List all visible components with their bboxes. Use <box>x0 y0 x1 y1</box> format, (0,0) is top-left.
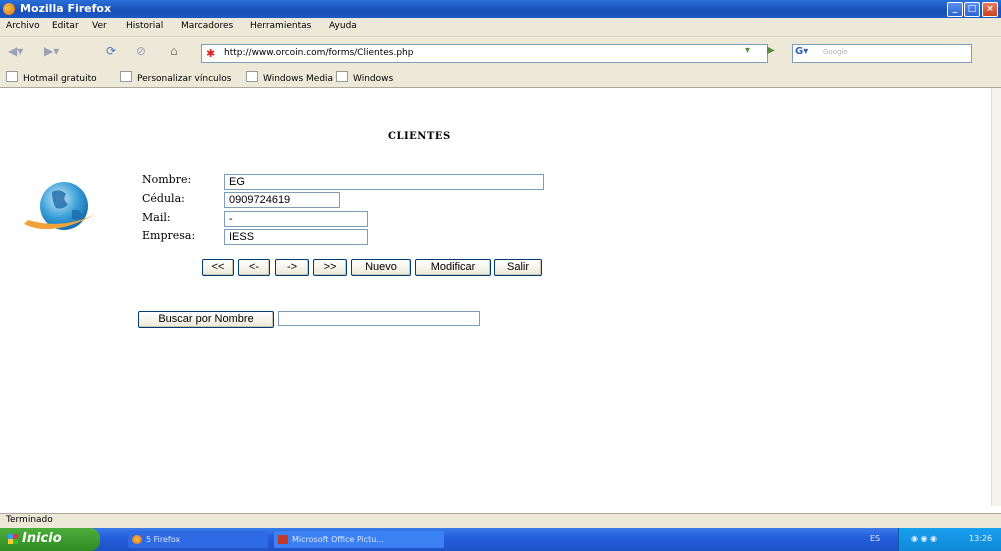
page-content <box>0 88 991 506</box>
home-icon[interactable]: ⌂ <box>170 44 178 58</box>
modificar-button[interactable]: Modificar <box>415 259 491 276</box>
close-button[interactable]: × <box>982 2 998 17</box>
menu-herramientas[interactable]: Herramientas <box>250 21 311 31</box>
menu-archivo[interactable]: Archivo <box>6 21 40 31</box>
last-record-button[interactable]: >> <box>313 259 347 276</box>
go-icon[interactable]: ▶ <box>767 45 775 56</box>
address-url: http://www.orcoin.com/forms/Clientes.php <box>224 48 414 58</box>
menu-editar[interactable]: Editar <box>52 21 79 31</box>
clock: 13:26 <box>969 534 993 543</box>
language-indicator[interactable]: ES <box>870 534 880 543</box>
taskbar-office-picture[interactable]: Microsoft Office Pictu... <box>274 531 444 548</box>
address-bar[interactable]: ✱ http://www.orcoin.com/forms/Clientes.p… <box>201 44 768 63</box>
menu-ayuda[interactable]: Ayuda <box>329 21 357 31</box>
search-name-input[interactable] <box>278 311 480 326</box>
stop-icon[interactable]: ⊘ <box>136 44 146 58</box>
status-bar: Terminado <box>0 513 1001 528</box>
next-record-button[interactable]: -> <box>275 259 309 276</box>
first-record-button[interactable]: << <box>202 259 234 276</box>
bookmark-icon <box>6 71 18 82</box>
start-button[interactable]: Inicio <box>0 528 100 551</box>
salir-button[interactable]: Salir <box>494 259 542 276</box>
bookmarks-bar: Hotmail gratuito Personalizar vínculos W… <box>0 67 1001 88</box>
reload-icon[interactable]: ⟳ <box>106 44 116 58</box>
firefox-icon <box>3 3 15 15</box>
bookmark-item[interactable]: Windows <box>336 71 393 84</box>
previous-record-button[interactable]: <- <box>238 259 270 276</box>
title-bar: Mozilla Firefox _ □ × <box>0 0 1001 18</box>
mail-field[interactable]: - <box>224 211 368 227</box>
back-icon[interactable]: ◀▾ <box>8 44 23 58</box>
taskbar-firefox[interactable]: 5 Firefox <box>128 531 268 548</box>
window-title: Mozilla Firefox <box>20 2 112 15</box>
empresa-label: Empresa: <box>142 229 196 242</box>
nombre-field[interactable]: EG <box>224 174 544 190</box>
system-tray: ◉ ◉ ◉ 13:26 <box>898 528 1001 551</box>
scrollbar[interactable] <box>991 88 1001 506</box>
minimize-button[interactable]: _ <box>947 2 963 17</box>
firefox-icon <box>132 535 142 544</box>
status-text: Terminado <box>6 515 53 525</box>
menu-ver[interactable]: Ver <box>92 21 107 31</box>
page-title: CLIENTES <box>388 131 451 142</box>
windows-logo-icon <box>8 534 18 544</box>
nombre-label: Nombre: <box>142 173 192 186</box>
bookmark-icon <box>246 71 258 82</box>
nuevo-button[interactable]: Nuevo <box>351 259 411 276</box>
empresa-field[interactable]: IESS <box>224 229 368 245</box>
office-picture-icon <box>278 535 288 544</box>
taskbar: Inicio 5 Firefox Microsoft Office Pictu.… <box>0 528 1001 551</box>
bookmark-item[interactable]: Hotmail gratuito <box>6 71 97 84</box>
forward-icon[interactable]: ▶▾ <box>44 44 59 58</box>
mail-label: Mail: <box>142 211 171 224</box>
dropdown-arrow-icon[interactable]: ▾ <box>745 45 750 56</box>
bookmark-icon <box>336 71 348 82</box>
buscar-por-nombre-button[interactable]: Buscar por Nombre <box>138 311 274 328</box>
maximize-button[interactable]: □ <box>964 2 980 17</box>
menu-historial[interactable]: Historial <box>126 21 163 31</box>
globe-logo-icon <box>24 182 96 230</box>
menu-bar: Archivo Editar Ver Historial Marcadores … <box>0 18 1001 37</box>
search-placeholder: Google <box>823 48 848 56</box>
tray-icons[interactable]: ◉ ◉ ◉ <box>911 534 937 543</box>
google-icon[interactable]: G▾ <box>795 46 808 59</box>
bookmark-item[interactable]: Personalizar vínculos <box>120 71 231 84</box>
bookmark-item[interactable]: Windows Media <box>246 71 333 84</box>
site-favicon-icon: ✱ <box>206 47 216 60</box>
search-box[interactable]: G▾ Google <box>792 44 972 63</box>
cedula-label: Cédula: <box>142 192 185 205</box>
bookmark-icon <box>120 71 132 82</box>
start-label: Inicio <box>22 531 62 546</box>
menu-marcadores[interactable]: Marcadores <box>181 21 233 31</box>
cedula-field[interactable]: 0909724619 <box>224 192 340 208</box>
